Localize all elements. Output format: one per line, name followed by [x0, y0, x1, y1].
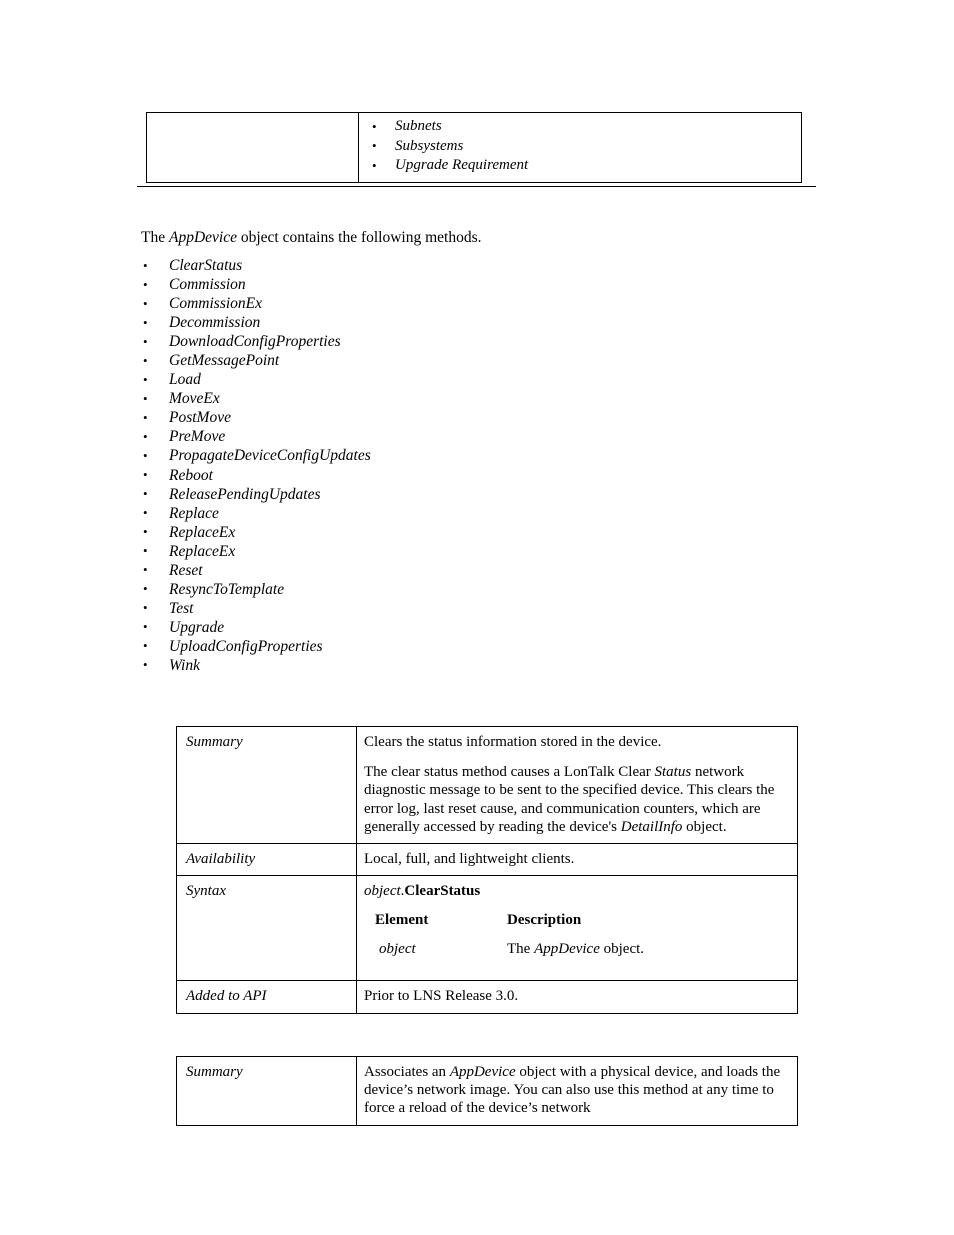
- table-row: Availability Local, full, and lightweigh…: [176, 843, 798, 877]
- list-item: Subnets: [359, 117, 792, 137]
- intro-suffix: object contains the following methods.: [236, 229, 482, 246]
- list-item: Wink: [141, 655, 641, 675]
- commission-summary-before: Associates an: [364, 1064, 450, 1080]
- summary-paragraph-1: Clears the status information stored in …: [364, 734, 662, 750]
- list-item: Commission: [141, 275, 641, 294]
- properties-continuation-table: Subnets Subsystems Upgrade Requirement: [146, 112, 802, 183]
- properties-bullet-list: Subnets Subsystems Upgrade Requirement: [359, 117, 792, 176]
- list-item: ReplaceEx: [141, 541, 641, 561]
- syntax-signature: object.ClearStatus: [364, 882, 788, 900]
- list-item: Reboot: [141, 465, 641, 485]
- list-item: Load: [141, 370, 641, 389]
- section-divider: [137, 186, 816, 187]
- commission-method-table: Summary Associates an AppDevice object w…: [176, 1056, 798, 1126]
- availability-text: Local, full, and lightweight clients.: [364, 851, 575, 868]
- list-item: CommissionEx: [141, 294, 641, 313]
- row-value-summary: Associates an AppDevice object with a ph…: [356, 1056, 798, 1126]
- list-item: MoveEx: [141, 389, 641, 408]
- table-row: Syntax object.ClearStatus Element Descri…: [176, 875, 798, 982]
- document-page: Subnets Subsystems Upgrade Requirement T…: [0, 0, 954, 1235]
- param-grid-header-row: Element Description: [375, 911, 775, 940]
- table-row: Subnets Subsystems Upgrade Requirement: [146, 112, 802, 183]
- row-label-summary: Summary: [176, 1056, 357, 1126]
- list-item: DownloadConfigProperties: [141, 332, 641, 351]
- param-header-element: Element: [375, 912, 429, 929]
- list-item: ReplaceEx: [141, 522, 641, 542]
- list-item: PreMove: [141, 427, 641, 446]
- table-row: Summary Associates an AppDevice object w…: [176, 1056, 798, 1126]
- param-element-name: object: [379, 941, 416, 958]
- list-item: Subsystems: [359, 136, 792, 157]
- list-item: Test: [141, 598, 641, 618]
- param-header-description: Description: [507, 912, 582, 929]
- summary-p2-italic-detailinfo: DetailInfo: [620, 818, 683, 835]
- list-item: GetMessagePoint: [141, 351, 641, 370]
- syntax-object-word: object: [364, 883, 401, 900]
- row-label-summary: Summary: [176, 725, 357, 845]
- syntax-parameter-grid: Element Description object The AppDevice…: [375, 911, 775, 969]
- param-desc-after: object.: [599, 941, 645, 958]
- intro-prefix: The: [141, 229, 169, 246]
- top-table-content-cell: Subnets Subsystems Upgrade Requirement: [358, 112, 802, 183]
- summary-p2-part1: The clear status method causes a LonTalk…: [364, 764, 655, 781]
- list-item: UploadConfigProperties: [141, 636, 641, 656]
- commission-summary-text: Associates an AppDevice object with a ph…: [364, 1063, 788, 1118]
- list-item: Reset: [141, 560, 641, 580]
- commission-summary-italic: AppDevice: [449, 1064, 516, 1080]
- top-table-label-cell: [146, 112, 359, 183]
- list-item: ResyncToTemplate: [141, 579, 641, 599]
- list-item: PropagateDeviceConfigUpdates: [141, 446, 641, 465]
- clearstatus-method-table: Summary Clears the status information st…: [176, 725, 798, 1014]
- summary-p2-italic-status: Status: [654, 764, 692, 781]
- param-desc-before: The: [507, 941, 535, 958]
- summary-p2-part3: object.: [682, 818, 727, 835]
- row-value-syntax: object.ClearStatus Element Description o…: [356, 875, 798, 982]
- row-value-summary: Clears the status information stored in …: [356, 725, 798, 845]
- added-to-api-text: Prior to LNS Release 3.0.: [364, 988, 519, 1005]
- methods-list: ClearStatus Commission CommissionEx Deco…: [141, 255, 641, 675]
- intro-object-name: AppDevice: [168, 229, 237, 246]
- list-item: ReleasePendingUpdates: [141, 484, 641, 504]
- table-row: Added to API Prior to LNS Release 3.0.: [176, 980, 798, 1014]
- param-desc-italic: AppDevice: [534, 941, 600, 958]
- row-label-availability: Availability: [176, 843, 357, 877]
- list-item: PostMove: [141, 408, 641, 427]
- param-element-description: The AppDevice object.: [507, 940, 775, 969]
- row-label-syntax: Syntax: [176, 875, 357, 982]
- list-item: Upgrade: [141, 617, 641, 637]
- row-value-added-to-api: Prior to LNS Release 3.0.: [356, 980, 798, 1014]
- param-grid-row: object The AppDevice object.: [375, 940, 775, 969]
- list-item: Upgrade Requirement: [359, 156, 792, 176]
- list-item: Replace: [141, 503, 641, 523]
- list-item: ClearStatus: [141, 255, 641, 275]
- summary-paragraph-2: The clear status method causes a LonTalk…: [364, 763, 788, 836]
- row-label-added-to-api: Added to API: [176, 980, 357, 1014]
- methods-intro-text: The AppDevice object contains the follow…: [141, 228, 482, 248]
- list-item: Decommission: [141, 313, 641, 332]
- table-row: Summary Clears the status information st…: [176, 725, 798, 845]
- row-value-availability: Local, full, and lightweight clients.: [356, 843, 798, 877]
- syntax-method-name: ClearStatus: [404, 883, 481, 900]
